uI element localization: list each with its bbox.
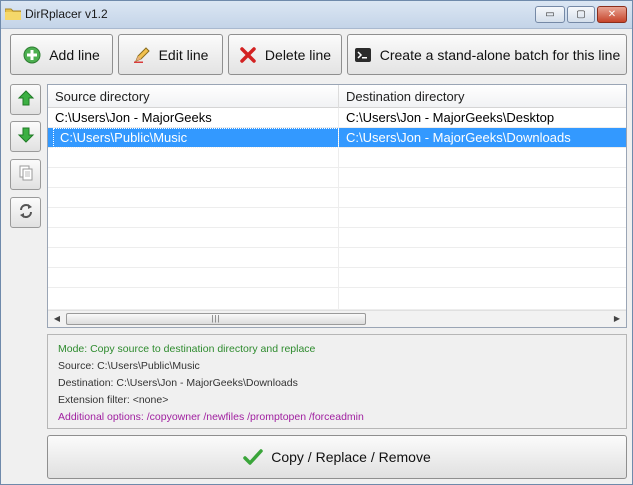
create-batch-button[interactable]: Create a stand-alone batch for this line bbox=[347, 34, 627, 75]
move-down-icon bbox=[17, 126, 35, 147]
folder-icon bbox=[4, 7, 22, 21]
table-row-selected[interactable]: C:\Users\Public\Music C:\Users\Jon - Maj… bbox=[48, 128, 626, 148]
scroll-left-icon[interactable]: ◀ bbox=[51, 314, 63, 324]
empty-row bbox=[48, 208, 626, 228]
horizontal-scrollbar[interactable]: ◀ ||| ▶ bbox=[48, 310, 626, 327]
destination-cell: C:\Users\Jon - MajorGeeks\Desktop bbox=[346, 110, 555, 125]
checkmark-icon bbox=[243, 447, 263, 467]
edit-line-label: Edit line bbox=[158, 46, 209, 63]
copy-replace-remove-label: Copy / Replace / Remove bbox=[271, 449, 431, 465]
empty-row bbox=[48, 168, 626, 188]
add-line-label: Add line bbox=[49, 46, 100, 63]
copy-replace-remove-button[interactable]: Copy / Replace / Remove bbox=[47, 435, 627, 479]
move-down-button[interactable] bbox=[10, 121, 41, 152]
delete-icon bbox=[239, 46, 257, 64]
create-batch-label: Create a stand-alone batch for this line bbox=[379, 46, 621, 63]
empty-row bbox=[48, 148, 626, 168]
window-title: DirRplacer v1.2 bbox=[25, 7, 108, 21]
pencil-icon bbox=[133, 46, 151, 64]
source-cell: C:\Users\Public\Music bbox=[53, 128, 339, 148]
edit-line-button[interactable]: Edit line bbox=[118, 34, 223, 75]
minimize-button[interactable]: ▭ bbox=[535, 6, 565, 23]
details-panel: Mode: Copy source to destination directo… bbox=[47, 334, 627, 429]
delete-line-button[interactable]: Delete line bbox=[228, 34, 342, 75]
add-icon bbox=[23, 46, 41, 64]
copy-icon bbox=[17, 164, 35, 185]
maximize-button[interactable]: ▢ bbox=[567, 6, 595, 23]
directory-list[interactable]: Source directory Destination directory C… bbox=[47, 84, 627, 328]
add-line-button[interactable]: Add line bbox=[10, 34, 113, 75]
column-header-destination[interactable]: Destination directory bbox=[339, 85, 626, 108]
delete-line-label: Delete line bbox=[264, 46, 332, 63]
extension-filter-text: Extension filter: <none> bbox=[58, 394, 169, 406]
column-header-source[interactable]: Source directory bbox=[48, 85, 339, 108]
additional-options-text: Additional options: /copyowner /newfiles… bbox=[58, 411, 364, 423]
move-up-button[interactable] bbox=[10, 84, 41, 115]
duplicate-button[interactable] bbox=[10, 159, 41, 190]
source-cell: C:\Users\Jon - MajorGeeks bbox=[48, 108, 339, 128]
terminal-icon bbox=[354, 46, 372, 64]
scroll-right-icon[interactable]: ▶ bbox=[611, 314, 623, 324]
close-button[interactable]: ✕ bbox=[597, 6, 627, 23]
mode-text: Mode: Copy source to destination directo… bbox=[58, 343, 316, 355]
empty-row bbox=[48, 188, 626, 208]
title-bar: DirRplacer v1.2 ▭ ▢ ✕ bbox=[1, 1, 632, 29]
list-header: Source directory Destination directory bbox=[48, 85, 626, 108]
table-row[interactable]: C:\Users\Jon - MajorGeeks C:\Users\Jon -… bbox=[48, 108, 626, 128]
destination-text: Destination: C:\Users\Jon - MajorGeeks\D… bbox=[58, 377, 298, 389]
move-up-icon bbox=[17, 89, 35, 110]
source-text: Source: C:\Users\Public\Music bbox=[58, 360, 200, 372]
swap-icon bbox=[17, 202, 35, 223]
swap-button[interactable] bbox=[10, 197, 41, 228]
empty-row bbox=[48, 288, 626, 310]
empty-row bbox=[48, 228, 626, 248]
empty-row bbox=[48, 268, 626, 288]
empty-row bbox=[48, 248, 626, 268]
scroll-thumb[interactable]: ||| bbox=[66, 313, 366, 325]
app-window: DirRplacer v1.2 ▭ ▢ ✕ Add line Edit line bbox=[0, 0, 633, 485]
destination-cell: C:\Users\Jon - MajorGeeks\Downloads bbox=[346, 130, 571, 145]
